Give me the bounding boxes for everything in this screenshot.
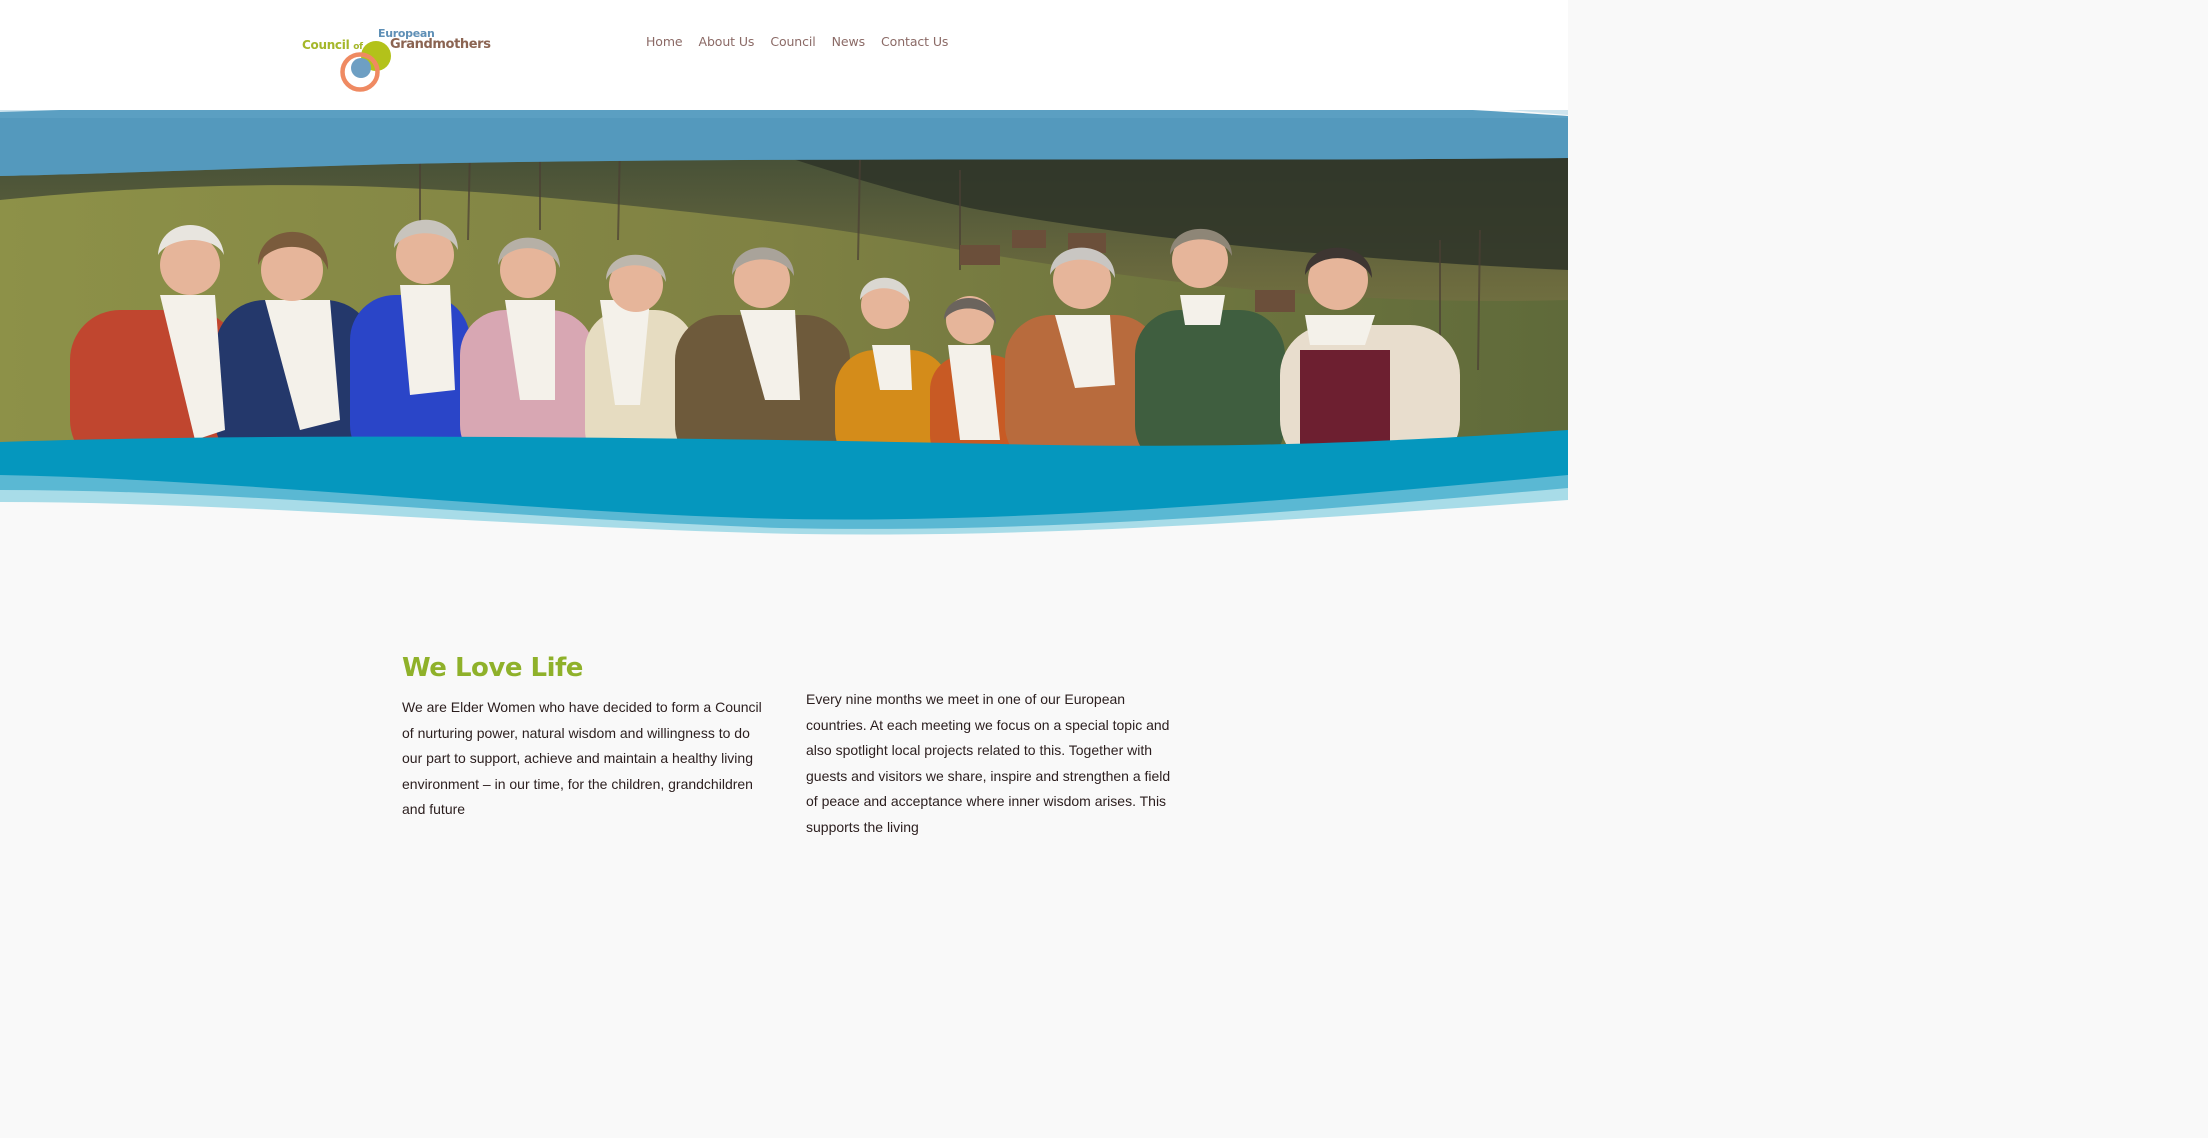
site-header: Council of European Grandmothers Home Ab…	[0, 0, 1568, 110]
intro-left-text: We are Elder Women who have decided to f…	[402, 699, 762, 817]
hero-banner	[0, 70, 1568, 540]
nav-contact-us-link[interactable]: Contact Us	[881, 34, 948, 49]
intro-left-column: We Love Life We are Elder Women who have…	[402, 653, 772, 823]
nav-home-link[interactable]: Home	[646, 34, 683, 49]
logo-circles-icon	[340, 41, 391, 92]
hero-group-photo	[0, 70, 1568, 540]
site-logo[interactable]: Council of European Grandmothers	[302, 24, 491, 96]
intro-section: We Love Life We are Elder Women who have…	[0, 540, 1568, 835]
main-nav: Home About Us Council News Contact Us	[646, 34, 948, 49]
intro-right-text: Every nine months we meet in one of our …	[806, 691, 1171, 835]
logo-grandmothers-text: Grandmothers	[390, 37, 491, 52]
nav-news-link[interactable]: News	[832, 34, 865, 49]
nav-council-link[interactable]: Council	[770, 34, 815, 49]
intro-right-column: Every nine months we meet in one of our …	[806, 687, 1176, 840]
nav-about-us-link[interactable]: About Us	[699, 34, 755, 49]
intro-heading: We Love Life	[402, 653, 583, 683]
